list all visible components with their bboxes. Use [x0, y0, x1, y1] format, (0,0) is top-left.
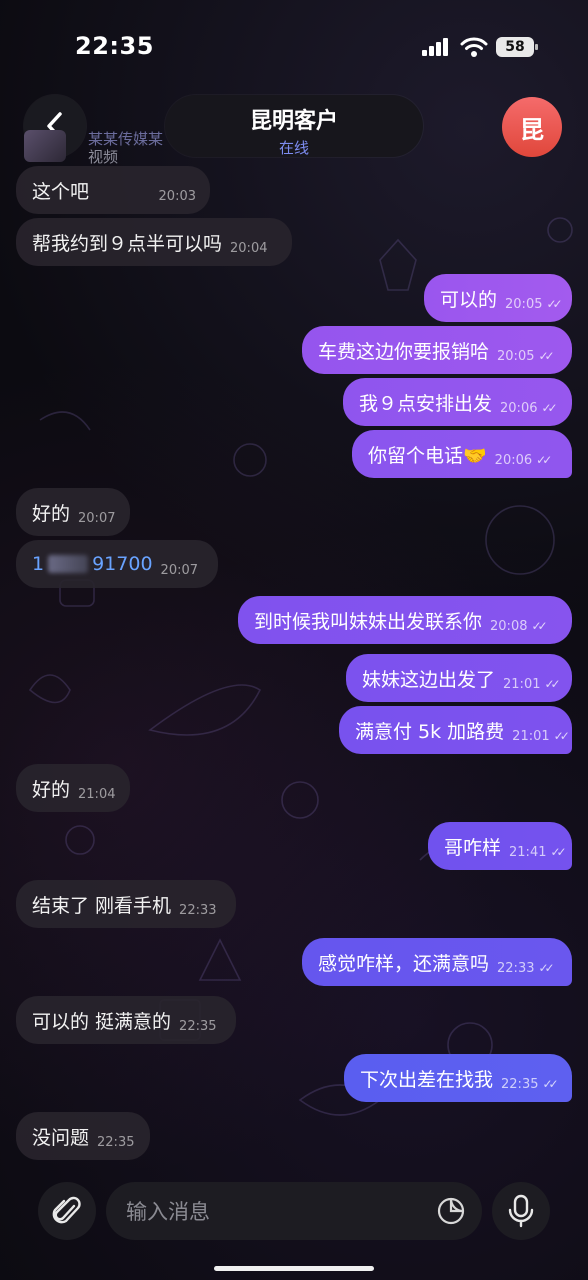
message-text: 满意付 5k 加路费	[355, 720, 505, 743]
quoted-media-preview[interactable]: 某某传媒某 视频	[24, 126, 174, 166]
message-text: 下次出差在找我	[360, 1068, 494, 1091]
message-outgoing[interactable]: 下次出差在找我 22:35 ✓✓	[344, 1054, 572, 1102]
message-outgoing[interactable]: 到时候我叫妹妹出发联系你 20:08 ✓✓	[238, 596, 572, 644]
message-time: 20:03	[158, 188, 196, 204]
status-time: 22:35	[75, 32, 154, 60]
message-time: 22:33	[497, 960, 535, 976]
message-text: 你留个电话🤝	[368, 444, 487, 467]
contact-name: 昆明客户	[249, 109, 338, 134]
message-composer	[0, 1170, 588, 1280]
message-text: 车费这边你要报销哈	[318, 340, 490, 363]
read-checkmarks-icon: ✓✓	[542, 1077, 558, 1091]
message-text: 好的	[32, 502, 71, 525]
message-time: 20:05	[497, 348, 535, 364]
message-input[interactable]	[124, 1182, 428, 1242]
read-checkmarks-icon: ✓✓	[546, 297, 562, 311]
message-time: 22:35	[179, 1018, 217, 1034]
message-time: 20:06	[494, 452, 533, 468]
read-checkmarks-icon: ✓✓	[544, 677, 560, 691]
message-time: 20:05	[505, 296, 543, 312]
message-incoming[interactable]: 没问题 22:35	[16, 1112, 150, 1160]
chat-title[interactable]: 昆明客户 在线	[165, 95, 423, 157]
home-indicator	[214, 1266, 374, 1271]
sticker-icon[interactable]	[436, 1196, 466, 1226]
message-time: 21:04	[78, 786, 116, 802]
message-outgoing[interactable]: 哥咋样 21:41 ✓✓	[428, 822, 572, 870]
voice-record-button[interactable]	[492, 1182, 550, 1240]
phone-number-suffix[interactable]: 91700	[92, 553, 152, 575]
read-checkmarks-icon: ✓✓	[553, 729, 570, 743]
message-time: 20:07	[78, 510, 116, 526]
read-checkmarks-icon: ✓✓	[536, 453, 552, 467]
message-outgoing[interactable]: 可以的 20:05 ✓✓	[424, 274, 572, 322]
message-incoming[interactable]: 可以的 挺满意的 22:35	[16, 996, 236, 1044]
message-text: 我９点安排出发	[359, 392, 493, 415]
message-time: 22:35	[501, 1076, 539, 1092]
message-incoming[interactable]: 这个吧 20:03	[16, 166, 210, 214]
status-bar: 22:35 58	[0, 0, 588, 90]
message-outgoing[interactable]: 感觉咋样，还满意吗 22:33 ✓✓	[302, 938, 572, 986]
message-time: 20:08	[490, 618, 528, 634]
message-time: 21:01	[512, 728, 550, 744]
message-text: 到时候我叫妹妹出发联系你	[254, 610, 483, 633]
avatar[interactable]: 昆	[502, 97, 562, 157]
video-thumbnail	[24, 130, 66, 162]
wifi-icon	[460, 37, 488, 57]
message-time: 20:07	[160, 562, 199, 578]
message-outgoing[interactable]: 我９点安排出发 20:06 ✓✓	[343, 378, 572, 426]
message-time: 22:33	[179, 902, 217, 918]
message-text: 没问题	[32, 1126, 90, 1149]
message-time: 21:01	[503, 676, 541, 692]
attach-button[interactable]	[38, 1182, 96, 1240]
phone-number-prefix: 1	[32, 553, 45, 575]
message-text: 好的	[32, 778, 71, 801]
message-input-container	[106, 1182, 482, 1242]
message-time: 22:35	[97, 1134, 135, 1150]
microphone-icon	[508, 1194, 534, 1228]
battery-indicator: 58	[496, 37, 538, 57]
message-incoming[interactable]: 好的 21:04	[16, 764, 130, 812]
message-outgoing[interactable]: 你留个电话🤝 20:06 ✓✓	[352, 430, 572, 478]
message-text: 哥咋样	[444, 836, 502, 859]
quoted-type: 视频	[88, 148, 119, 166]
message-outgoing[interactable]: 满意付 5k 加路费 21:01 ✓✓	[339, 706, 572, 754]
redacted-digits	[48, 555, 89, 573]
message-text: 感觉咋样，还满意吗	[318, 952, 490, 975]
message-text: 帮我约到９点半可以吗	[32, 232, 223, 255]
read-checkmarks-icon: ✓✓	[538, 961, 554, 975]
read-checkmarks-icon: ✓✓	[541, 401, 557, 415]
message-outgoing[interactable]: 妹妹这边出发了 21:01 ✓✓	[346, 654, 572, 702]
message-time: 20:06	[500, 400, 538, 416]
message-text: 可以的	[440, 288, 498, 311]
message-incoming[interactable]: 结束了 刚看手机 22:33	[16, 880, 236, 928]
message-incoming[interactable]: 帮我约到９点半可以吗 20:04	[16, 218, 292, 266]
cellular-signal-icon	[422, 38, 448, 56]
message-time: 20:04	[230, 240, 268, 256]
paperclip-icon	[52, 1196, 81, 1224]
read-checkmarks-icon: ✓✓	[531, 619, 547, 633]
message-text: 妹妹这边出发了	[362, 668, 496, 691]
message-outgoing[interactable]: 车费这边你要报销哈 20:05 ✓✓	[302, 326, 572, 374]
message-text: 可以的 挺满意的	[32, 1010, 172, 1033]
message-incoming[interactable]: 1 91700 20:07	[16, 540, 218, 588]
contact-status: 在线	[278, 139, 309, 157]
read-checkmarks-icon: ✓✓	[538, 349, 554, 363]
message-time: 21:41	[509, 844, 547, 860]
read-checkmarks-icon: ✓✓	[550, 845, 566, 859]
message-text: 这个吧	[32, 180, 90, 203]
message-text: 结束了 刚看手机	[32, 894, 172, 917]
message-incoming[interactable]: 好的 20:07	[16, 488, 130, 536]
